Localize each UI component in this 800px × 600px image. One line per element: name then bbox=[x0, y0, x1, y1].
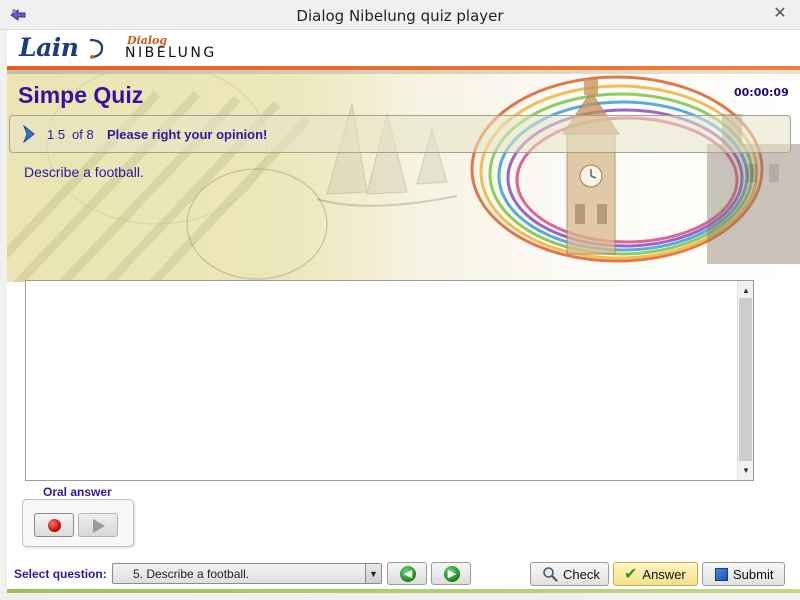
question-number: 1 5 bbox=[47, 127, 66, 142]
next-question-button[interactable]: ▶ bbox=[431, 562, 471, 585]
answer-input[interactable] bbox=[26, 281, 737, 480]
oral-answer-label: Oral answer bbox=[43, 485, 112, 499]
oral-answer-panel bbox=[22, 499, 134, 547]
check-button[interactable]: Check bbox=[530, 562, 609, 586]
logo-header: Lain Dialog Nibelung bbox=[7, 30, 800, 66]
window-border-bottom bbox=[0, 593, 800, 600]
previous-question-button[interactable]: ◀ bbox=[387, 562, 427, 585]
scroll-thumb[interactable] bbox=[739, 298, 752, 461]
close-icon: ✕ bbox=[773, 5, 787, 22]
answer-button-label: Answer bbox=[642, 566, 686, 582]
question-select-dropdown[interactable]: 5. Describe a football. ▼ bbox=[112, 563, 382, 584]
scroll-up-icon[interactable]: ▲ bbox=[738, 283, 754, 298]
scroll-down-icon[interactable]: ▼ bbox=[738, 463, 754, 478]
answer-scrollbar[interactable]: ▲ ▼ bbox=[737, 281, 753, 480]
check-button-label: Check bbox=[563, 566, 600, 582]
question-bar: 1 5 of 8 Please right your opinion! bbox=[9, 115, 791, 153]
question-total: of 8 bbox=[72, 127, 94, 142]
checkmark-icon: ✔ bbox=[624, 566, 638, 583]
question-text: Describe a football. bbox=[24, 164, 144, 180]
window-border-left bbox=[0, 30, 7, 600]
chevron-down-icon[interactable]: ▼ bbox=[365, 564, 381, 583]
answer-button[interactable]: ✔ Answer bbox=[613, 562, 698, 586]
submit-button[interactable]: Submit bbox=[702, 562, 785, 586]
play-icon bbox=[93, 519, 105, 533]
select-question-label: Select question: bbox=[14, 567, 107, 581]
search-icon bbox=[543, 567, 558, 582]
record-button[interactable] bbox=[34, 513, 74, 537]
submit-button-label: Submit bbox=[733, 566, 774, 582]
record-icon bbox=[48, 519, 61, 532]
window-title: Dialog Nibelung quiz player bbox=[296, 7, 504, 25]
quiz-title: Simpe Quiz bbox=[18, 82, 144, 108]
nibelung-logo-text: Nibelung bbox=[125, 45, 217, 61]
lain-logo-swoosh-icon bbox=[89, 38, 104, 59]
chevron-right-icon bbox=[23, 125, 35, 143]
arrow-left-icon: ◀ bbox=[400, 566, 416, 582]
window-title-bar: Dialog Nibelung quiz player ✕ bbox=[0, 0, 800, 30]
close-button[interactable]: ✕ bbox=[763, 2, 797, 24]
arrow-right-icon: ▶ bbox=[444, 566, 460, 582]
answer-box: ▲ ▼ bbox=[25, 280, 754, 481]
submit-icon bbox=[715, 567, 728, 581]
question-instruction: Please right your opinion! bbox=[107, 127, 268, 142]
play-button[interactable] bbox=[78, 513, 118, 537]
quiz-timer: 00:00:09 bbox=[734, 86, 789, 99]
selected-question: 5. Describe a football. bbox=[133, 567, 250, 581]
lain-logo: Lain bbox=[19, 33, 79, 62]
